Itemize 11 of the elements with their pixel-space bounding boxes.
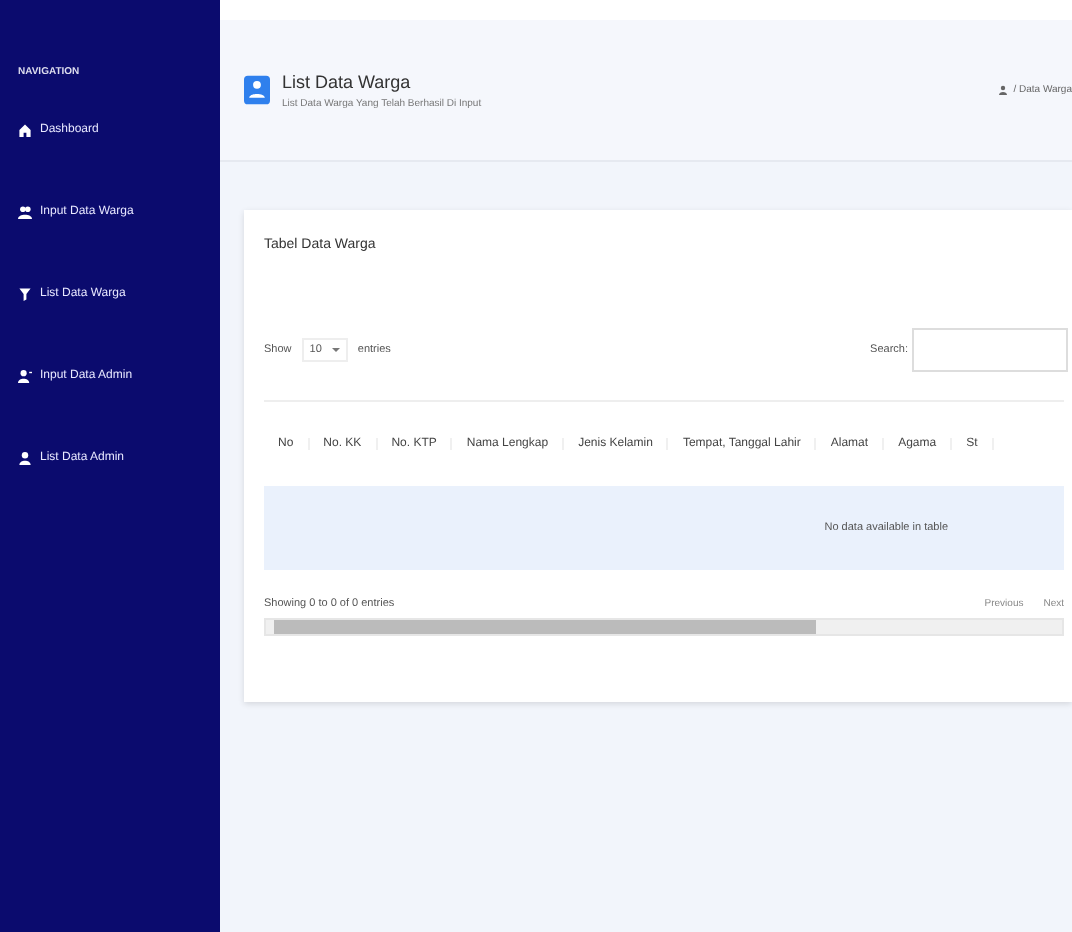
user-icon	[18, 449, 32, 465]
add-user-icon	[18, 367, 32, 383]
user-icon	[997, 84, 1008, 96]
caret-icon	[331, 348, 340, 352]
horizontal-scrollbar[interactable]	[264, 618, 1064, 636]
home-icon	[18, 121, 32, 137]
filter-icon	[18, 285, 32, 301]
users-icon	[18, 203, 32, 219]
page-title: List Data Warga	[282, 71, 413, 91]
app-icon	[244, 74, 270, 106]
search-field[interactable]	[912, 328, 1068, 372]
